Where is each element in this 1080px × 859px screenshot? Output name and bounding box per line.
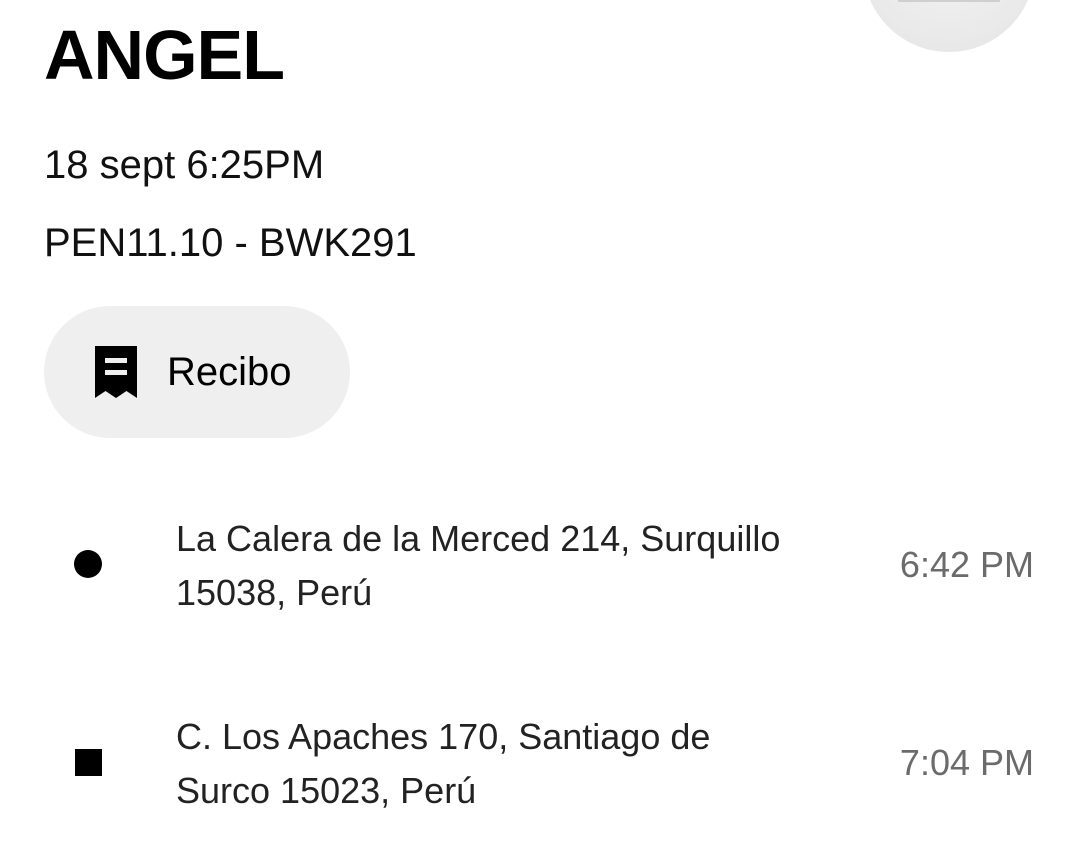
dropoff-address: C. Los Apaches 170, Santiago de Surco 15… bbox=[176, 710, 856, 818]
receipt-button-label: Recibo bbox=[167, 349, 292, 394]
dropoff-address-line1: C. Los Apaches 170, Santiago de bbox=[176, 716, 711, 757]
avatar-placeholder-line bbox=[898, 0, 1000, 2]
pickup-address-line1: La Calera de la Merced 214, Surquillo bbox=[176, 518, 781, 559]
circle-dot-icon bbox=[74, 550, 102, 578]
trip-fare-and-plate: PEN11.10 - BWK291 bbox=[44, 221, 417, 265]
receipt-icon bbox=[95, 346, 137, 398]
trip-details-screen: ANGEL 18 sept 6:25PM PEN11.10 - BWK291 R… bbox=[0, 0, 1080, 859]
driver-name: ANGEL bbox=[44, 16, 285, 94]
dropoff-address-line2: Surco 15023, Perú bbox=[176, 770, 477, 811]
pickup-address-line2: 15038, Perú bbox=[176, 572, 373, 613]
driver-avatar[interactable] bbox=[863, 0, 1035, 52]
square-stop-icon bbox=[75, 749, 102, 776]
trip-date-time: 18 sept 6:25PM bbox=[44, 143, 325, 187]
pickup-time: 6:42 PM bbox=[899, 544, 1034, 585]
dropoff-time: 7:04 PM bbox=[899, 742, 1034, 783]
receipt-button[interactable]: Recibo bbox=[44, 306, 350, 438]
pickup-address: La Calera de la Merced 214, Surquillo 15… bbox=[176, 512, 856, 620]
